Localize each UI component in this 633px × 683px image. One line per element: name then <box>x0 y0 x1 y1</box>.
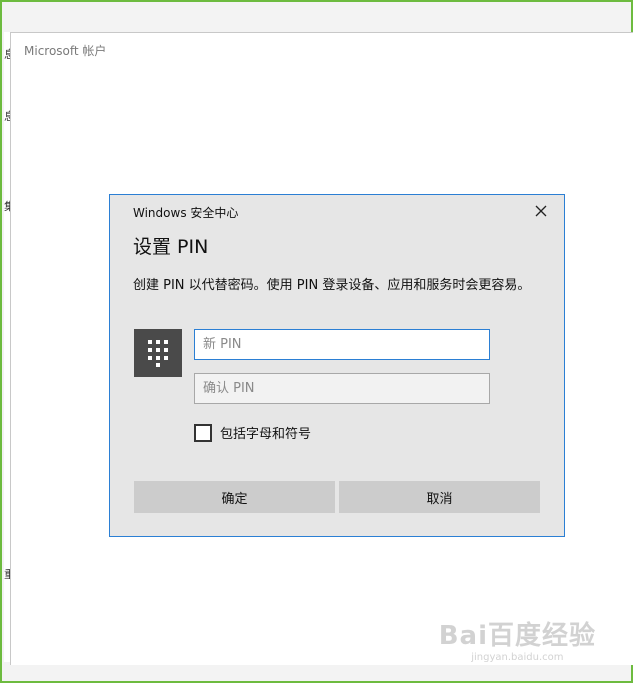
close-button[interactable] <box>530 201 552 221</box>
checkbox-label: 包括字母和符号 <box>220 427 312 442</box>
checkbox-box[interactable] <box>194 423 212 442</box>
new-pin-input[interactable] <box>194 329 490 360</box>
dialog-description: 创建 PIN 以代替密码。使用 PIN 登录设备、应用和服务时会更容易。 <box>133 278 531 293</box>
window-title: Microsoft 帐户 <box>24 44 107 58</box>
cancel-button[interactable]: 取消 <box>339 481 540 513</box>
dialog-caption: Windows 安全中心 <box>133 206 239 220</box>
windows-security-dialog: Windows 安全中心 设置 PIN 创建 PIN 以代替密码。使用 PIN … <box>109 194 565 537</box>
watermark-url: jingyan.baidu.com <box>471 652 564 663</box>
confirm-pin-input[interactable] <box>194 373 490 404</box>
ok-button[interactable]: 确定 <box>134 481 335 513</box>
baidu-watermark: Bai百度经验 jingyan.baidu.com <box>439 615 596 663</box>
dialog-heading: 设置 PIN <box>133 236 209 258</box>
include-letters-symbols-checkbox[interactable]: 包括字母和符号 <box>194 423 311 442</box>
keypad-icon <box>134 329 182 377</box>
watermark-logo: Bai百度经验 <box>438 621 596 651</box>
close-icon <box>535 205 547 217</box>
screenshot-frame: 息 息 集 重 Microsoft 帐户 Windows 安全中心 设置 PIN… <box>0 0 633 683</box>
